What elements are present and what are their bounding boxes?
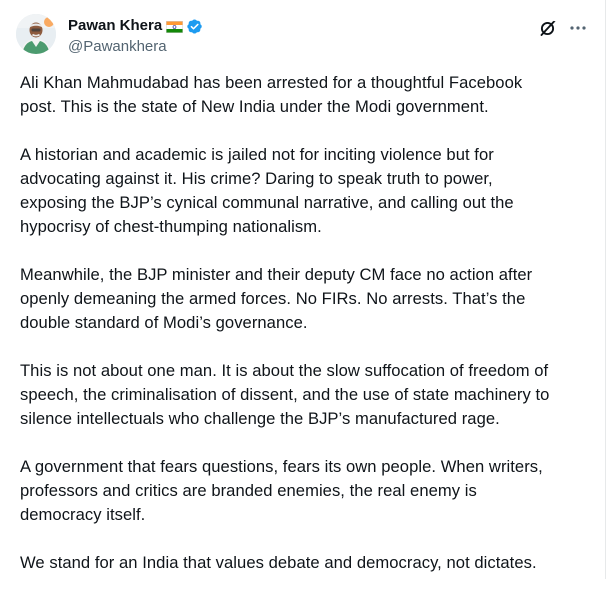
verified-badge-icon[interactable] — [186, 18, 203, 35]
post-paragraph: A government that fears questions, fears… — [20, 457, 543, 524]
post-paragraph: We stand for an India that values debate… — [20, 553, 537, 572]
post-text: Ali Khan Mahmudabad has been arrested fo… — [20, 71, 586, 599]
india-flag-icon — [166, 20, 184, 33]
author-name[interactable]: Pawan Khera — [68, 16, 162, 36]
post-paragraph: A historian and academic is jailed not f… — [20, 145, 514, 236]
grok-icon[interactable] — [538, 18, 558, 38]
author-name-row: Pawan Khera — [68, 16, 203, 36]
post-paragraph: Ali Khan Mahmudabad has been arrested fo… — [20, 73, 523, 116]
more-horizontal-icon[interactable] — [568, 18, 588, 38]
post-card: Pawan Khera @Pawankhera Ali Khan Mahmuda… — [0, 0, 606, 579]
post-paragraph: Meanwhile, the BJP minister and their de… — [20, 265, 533, 332]
author-handle[interactable]: @Pawankhera — [68, 37, 167, 57]
avatar[interactable] — [16, 14, 56, 54]
post-header: Pawan Khera @Pawankhera — [16, 14, 590, 58]
avatar-image — [16, 14, 56, 54]
post-paragraph: This is not about one man. It is about t… — [20, 361, 550, 428]
